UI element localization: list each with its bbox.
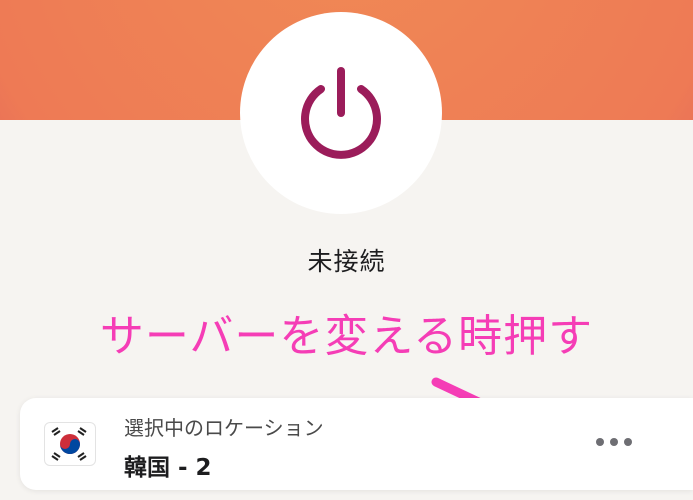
connect-button[interactable]: [240, 12, 442, 214]
connection-status: 未接続: [307, 247, 386, 276]
annotation-text: サーバーを変える時押す: [99, 311, 594, 362]
selected-location-card[interactable]: 選択中のロケーション 韓国 - 2: [20, 398, 693, 490]
location-name: 韓国 - 2: [124, 455, 212, 481]
more-dot-icon: [610, 438, 618, 446]
more-dot-icon: [596, 438, 604, 446]
location-caption: 選択中のロケーション: [124, 416, 324, 440]
south-korea-flag-icon: [44, 422, 96, 466]
more-options-button[interactable]: [585, 422, 643, 462]
power-icon: [301, 67, 381, 159]
more-dot-icon: [624, 438, 632, 446]
